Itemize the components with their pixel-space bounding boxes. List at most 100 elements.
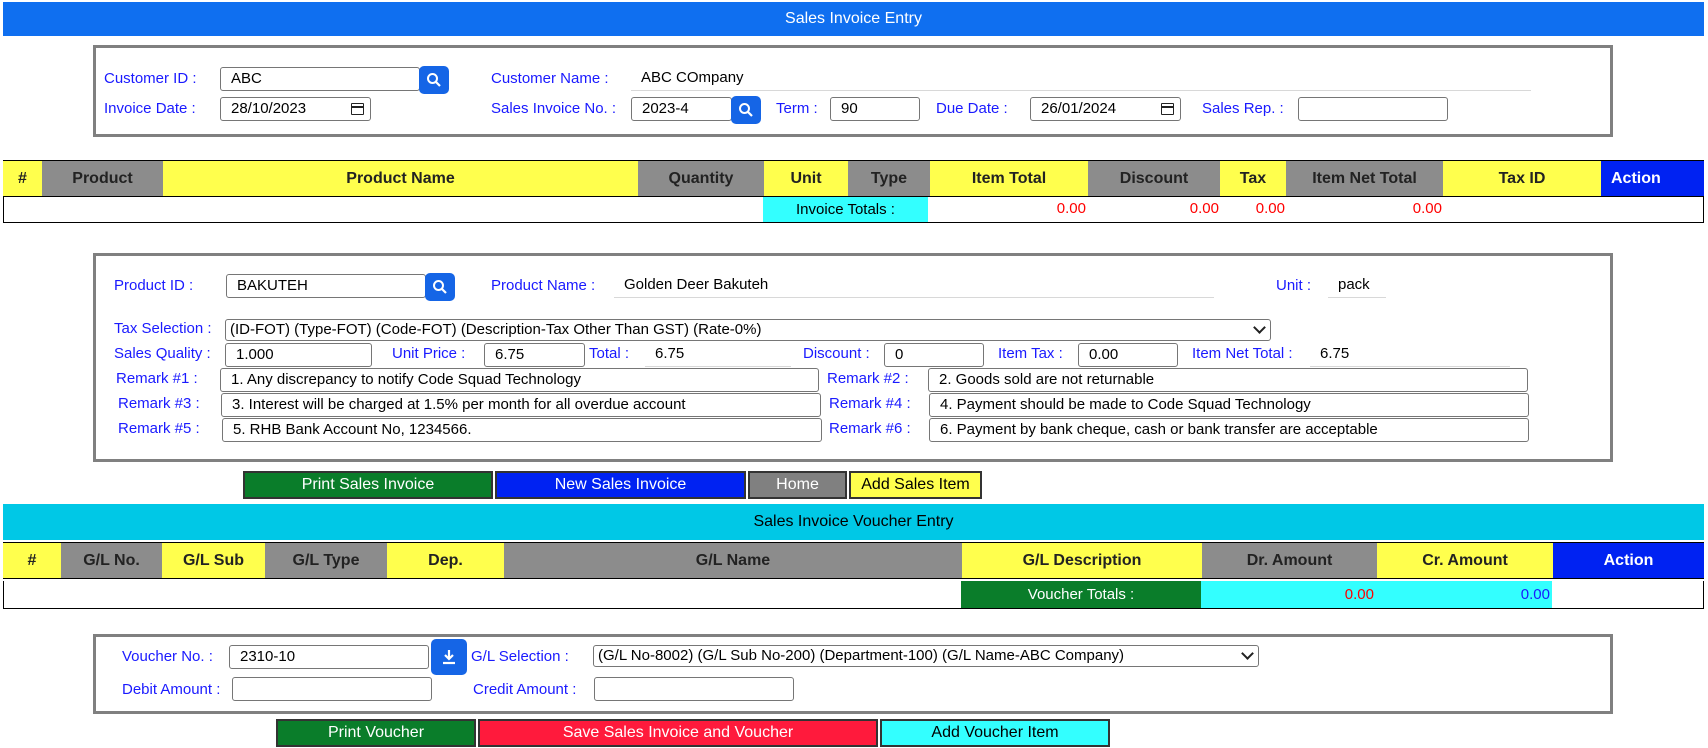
new-sales-invoice-button[interactable]: New Sales Invoice — [495, 471, 746, 499]
invoice-header-panel — [93, 45, 1613, 137]
term-field[interactable]: 90 — [830, 97, 920, 121]
product-id-field[interactable]: BAKUTEH — [226, 274, 426, 298]
sales-invoice-no-field[interactable]: 2023-4 — [631, 97, 732, 121]
add-sales-item-button[interactable]: Add Sales Item — [849, 471, 982, 499]
due-date-label: Due Date : — [936, 100, 1008, 117]
chevron-down-icon — [1253, 321, 1266, 334]
voucher-download-button[interactable] — [431, 639, 467, 675]
voucher-totals-label: Voucher Totals : — [961, 581, 1201, 608]
search-icon — [739, 103, 753, 117]
col-gl-sub: G/L Sub — [162, 543, 265, 578]
customer-name-label: Customer Name : — [491, 70, 609, 87]
item-table-header: # Product Product Name Quantity Unit Typ… — [3, 160, 1704, 197]
remark-4-label: Remark #4 : — [829, 395, 911, 412]
sales-rep-label: Sales Rep. : — [1202, 100, 1284, 117]
col-product: Product — [42, 161, 163, 196]
customer-name-field[interactable]: ABC COmpany — [631, 67, 1531, 91]
col-quantity: Quantity — [638, 161, 764, 196]
calendar-icon[interactable] — [351, 103, 364, 115]
remark-5-field[interactable]: 5. RHB Bank Account No, 1234566. — [222, 418, 822, 442]
print-voucher-button[interactable]: Print Voucher — [276, 719, 476, 747]
invoice-tax-total: 0.00 — [1255, 200, 1285, 217]
home-button[interactable]: Home — [748, 471, 847, 499]
total-label: Total : — [589, 345, 630, 362]
product-search-button[interactable] — [425, 273, 455, 301]
tax-selection-value: (ID-FOT) (Type-FOT) (Code-FOT) (Descript… — [230, 321, 762, 338]
gl-selection-value: (G/L No-8002) (G/L Sub No-200) (Departme… — [598, 647, 1125, 664]
col-number: # — [3, 161, 42, 196]
discount-label: Discount : — [803, 345, 870, 362]
voucher-title: Sales Invoice Voucher Entry — [753, 513, 954, 530]
invoice-item-total: 0.00 — [1056, 200, 1086, 217]
sales-quality-label: Sales Quality : — [114, 345, 211, 362]
sales-invoice-no-label: Sales Invoice No. : — [491, 100, 617, 117]
gl-selection-label: G/L Selection : — [471, 648, 569, 665]
due-date-field[interactable]: 26/01/2024 — [1030, 97, 1181, 121]
product-id-label: Product ID : — [114, 277, 194, 294]
unit-price-label: Unit Price : — [392, 345, 466, 362]
term-label: Term : — [776, 100, 818, 117]
customer-id-field[interactable]: ABC — [220, 67, 420, 91]
col-item-total: Item Total — [930, 161, 1088, 196]
remark-6-field[interactable]: 6. Payment by bank cheque, cash or bank … — [929, 418, 1529, 442]
product-name-field[interactable]: Golden Deer Bakuteh — [614, 274, 1214, 298]
col-action: Action — [1601, 161, 1704, 196]
calendar-icon[interactable] — [1161, 103, 1174, 115]
product-name-label: Product Name : — [491, 277, 596, 294]
voucher-cr-total: 0.00 — [1520, 586, 1550, 603]
col-number: # — [3, 543, 61, 578]
remark-2-label: Remark #2 : — [827, 370, 909, 387]
col-dep: Dep. — [387, 543, 504, 578]
remark-3-field[interactable]: 3. Interest will be charged at 1.5% per … — [221, 393, 821, 417]
customer-id-label: Customer ID : — [104, 70, 197, 87]
remark-6-label: Remark #6 : — [829, 420, 911, 437]
col-action: Action — [1553, 543, 1704, 578]
item-net-total-label: Item Net Total : — [1192, 345, 1293, 362]
unit-label: Unit : — [1276, 277, 1312, 294]
customer-search-button[interactable] — [419, 66, 449, 94]
unit-field[interactable]: pack — [1328, 274, 1386, 298]
voucher-dr-total: 0.00 — [1344, 586, 1374, 603]
debit-amount-field[interactable] — [232, 677, 432, 701]
col-gl-name: G/L Name — [504, 543, 962, 578]
chevron-down-icon — [1241, 647, 1254, 660]
sales-quality-field[interactable]: 1.000 — [225, 343, 372, 367]
save-invoice-and-voucher-button[interactable]: Save Sales Invoice and Voucher — [478, 719, 878, 747]
col-discount: Discount — [1088, 161, 1220, 196]
gl-selection-dropdown[interactable]: (G/L No-8002) (G/L Sub No-200) (Departme… — [593, 645, 1259, 667]
col-dr-amount: Dr. Amount — [1202, 543, 1377, 578]
search-icon — [427, 73, 441, 87]
unit-price-field[interactable]: 6.75 — [484, 343, 585, 367]
total-field[interactable]: 6.75 — [645, 343, 791, 367]
col-cr-amount: Cr. Amount — [1377, 543, 1553, 578]
item-net-total-field[interactable]: 6.75 — [1310, 343, 1510, 367]
remark-2-field[interactable]: 2. Goods sold are not returnable — [928, 368, 1528, 392]
title-bar: Sales Invoice Entry — [3, 2, 1704, 36]
discount-field[interactable]: 0 — [884, 343, 984, 367]
invoice-search-button[interactable] — [731, 96, 761, 124]
invoice-date-field[interactable]: 28/10/2023 — [220, 97, 371, 121]
col-type: Type — [848, 161, 930, 196]
tax-selection-dropdown[interactable]: (ID-FOT) (Type-FOT) (Code-FOT) (Descript… — [225, 319, 1271, 341]
voucher-totals-row: Voucher Totals : 0.00 0.00 — [3, 581, 1704, 609]
col-gl-type: G/L Type — [265, 543, 387, 578]
remark-4-field[interactable]: 4. Payment should be made to Code Squad … — [929, 393, 1529, 417]
add-voucher-item-button[interactable]: Add Voucher Item — [880, 719, 1110, 747]
invoice-discount-total: 0.00 — [1189, 200, 1219, 217]
sales-rep-field[interactable] — [1298, 97, 1448, 121]
col-item-net-total: Item Net Total — [1286, 161, 1443, 196]
remark-1-field[interactable]: 1. Any discrepancy to notify Code Squad … — [220, 368, 819, 392]
col-product-name: Product Name — [163, 161, 638, 196]
invoice-totals-row: Invoice Totals : 0.00 0.00 0.00 0.00 — [3, 197, 1704, 223]
invoice-totals-label: Invoice Totals : — [763, 197, 928, 222]
debit-amount-label: Debit Amount : — [122, 681, 221, 698]
voucher-no-field[interactable]: 2310-10 — [229, 645, 429, 669]
credit-amount-field[interactable] — [594, 677, 794, 701]
due-date-value: 26/01/2024 — [1041, 100, 1117, 117]
tax-selection-label: Tax Selection : — [114, 320, 212, 337]
col-tax-id: Tax ID — [1443, 161, 1601, 196]
item-tax-field[interactable]: 0.00 — [1078, 343, 1178, 367]
col-gl-description: G/L Description — [962, 543, 1202, 578]
remark-5-label: Remark #5 : — [118, 420, 200, 437]
print-sales-invoice-button[interactable]: Print Sales Invoice — [243, 471, 493, 499]
